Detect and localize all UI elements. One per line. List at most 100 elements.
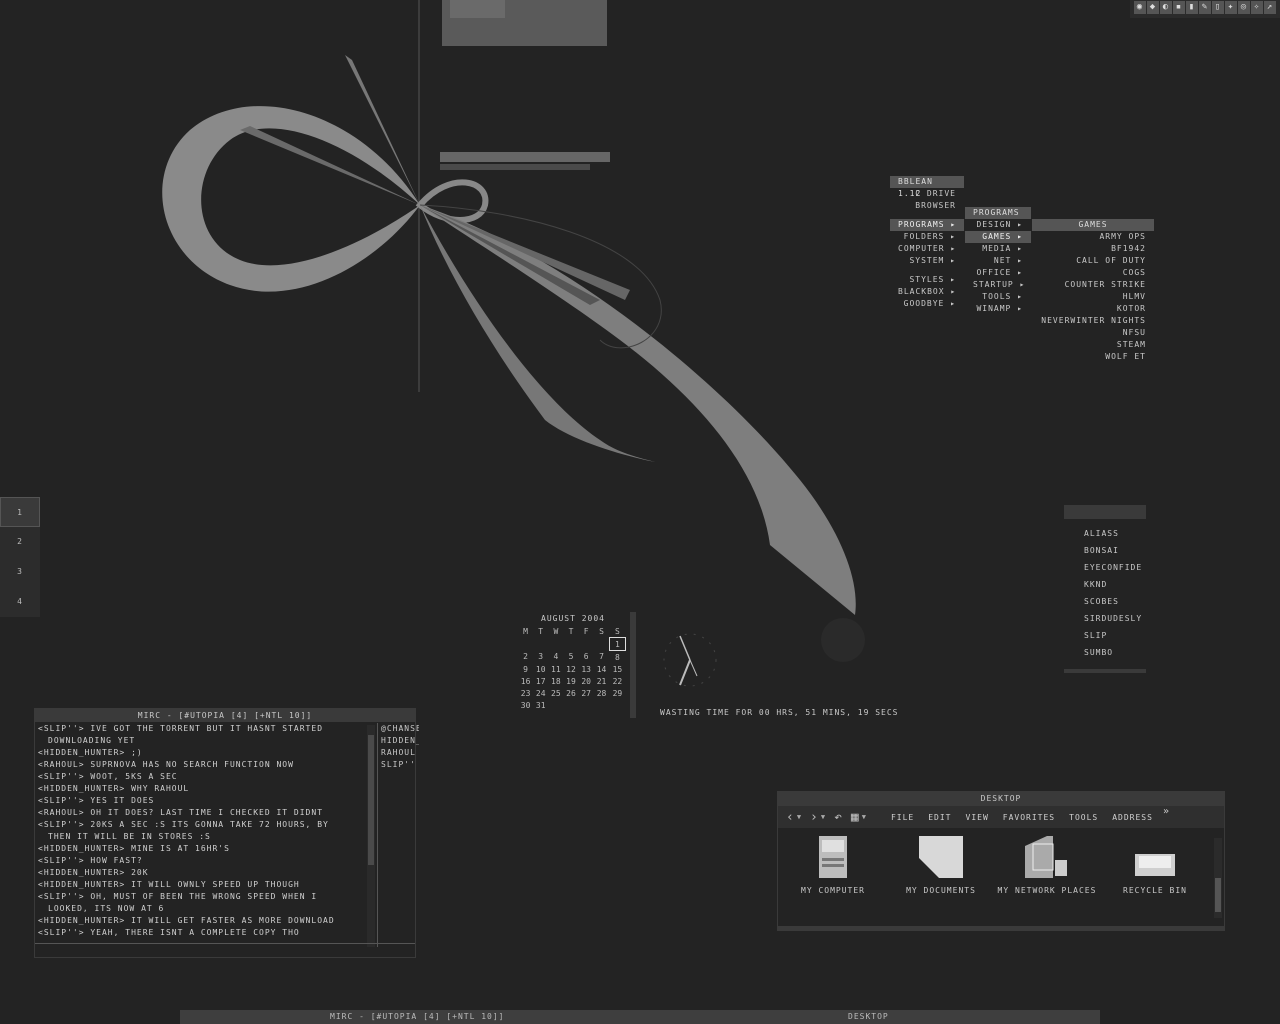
chat-scrollbar[interactable] xyxy=(367,725,375,947)
calendar-day xyxy=(563,699,578,711)
menu-item-goodbye[interactable]: GOODBYE ▸ xyxy=(890,298,964,310)
icon-label: MY NETWORK PLACES xyxy=(997,886,1097,895)
scrollbar-thumb[interactable] xyxy=(368,735,374,865)
my-network-places-shortcut[interactable]: MY NETWORK PLACES xyxy=(992,836,1102,895)
calendar-day: 28 xyxy=(596,688,607,698)
menu-item-steam[interactable]: STEAM xyxy=(1032,339,1154,351)
menu-item-games[interactable]: GAMES ▸ xyxy=(965,231,1031,243)
menu-item-office[interactable]: OFFICE ▸ xyxy=(965,267,1031,279)
calendar-days: 1 2 3 4 5 6 7 8 9 10 11 12 13 14 15 16 17 18 19 20 21 22 23 24 2… xyxy=(518,637,627,712)
tray-icon-10[interactable]: ✧ xyxy=(1251,1,1263,14)
buddy-list-header[interactable] xyxy=(1064,505,1146,519)
calendar-day xyxy=(579,699,594,711)
menu-favorites[interactable]: FAVORITES xyxy=(1003,813,1055,822)
taskbar-item-mirc[interactable]: MIRC - [#UTOPIA [4] [+NTL 10]] xyxy=(330,1010,505,1024)
buddy-item[interactable]: SCOBES xyxy=(1064,593,1146,610)
tray-icon-7[interactable]: ▯ xyxy=(1212,1,1224,14)
tray-icon-9[interactable]: ◎ xyxy=(1238,1,1250,14)
buddy-item[interactable]: EYECONFIDE xyxy=(1064,559,1146,576)
calendar-day: 30 xyxy=(520,700,531,710)
menu-item-bf1942[interactable]: BF1942 xyxy=(1032,243,1154,255)
menu-item-styles[interactable]: STYLES ▸ xyxy=(890,274,964,286)
buddy-list-footer xyxy=(1064,669,1146,673)
menu-item-cogs[interactable]: COGS xyxy=(1032,267,1154,279)
menu-item-startup[interactable]: STARTUP ▸ xyxy=(965,279,1031,291)
menu-item-counter-strike[interactable]: COUNTER STRIKE xyxy=(1032,279,1154,291)
recycle-bin-shortcut[interactable]: RECYCLE BIN xyxy=(1100,836,1210,895)
menu-item-browser[interactable]: BROWSER xyxy=(890,200,964,212)
buddy-item[interactable]: ALIASS xyxy=(1064,525,1146,542)
up-folder-icon[interactable]: ↶ xyxy=(834,810,843,825)
explorer-scrollbar[interactable] xyxy=(1214,838,1222,918)
calendar-day: 19 xyxy=(566,676,576,686)
games-menu-title: GAMES xyxy=(1032,219,1154,231)
buddy-item[interactable]: SUMBO xyxy=(1064,644,1146,661)
recycle-bin-icon xyxy=(1135,854,1175,876)
calendar-weekday: T xyxy=(538,626,544,636)
chevron-down-icon[interactable]: ▼ xyxy=(862,813,867,821)
calendar-weekday: F xyxy=(583,626,589,636)
chevron-down-icon[interactable]: ▼ xyxy=(821,813,826,821)
my-computer-shortcut[interactable]: MY COMPUTER xyxy=(778,836,888,895)
mirc-title[interactable]: MIRC - [#UTOPIA [4] [+NTL 10]] xyxy=(35,709,415,722)
workspace-3[interactable]: 3 xyxy=(0,557,40,587)
nick-item[interactable]: HIDDEN_HUNTER xyxy=(381,735,419,747)
menu-tools[interactable]: TOOLS xyxy=(1069,813,1098,822)
chevron-down-icon[interactable]: ▼ xyxy=(797,813,802,821)
menu-item-media[interactable]: MEDIA ▸ xyxy=(965,243,1031,255)
workspace-1[interactable]: 1 xyxy=(0,497,40,527)
toolbar-overflow-icon[interactable]: » xyxy=(1163,806,1170,817)
menu-edit[interactable]: EDIT xyxy=(928,813,951,822)
buddy-item[interactable]: KKND xyxy=(1064,576,1146,593)
my-documents-shortcut[interactable]: MY DOCUMENTS xyxy=(886,836,996,895)
calendar-day xyxy=(563,638,578,651)
forward-icon[interactable]: › xyxy=(810,810,819,825)
tray-icon-6[interactable]: ✎ xyxy=(1199,1,1211,14)
mirc-window: MIRC - [#UTOPIA [4] [+NTL 10]] <SLIP''> … xyxy=(34,708,419,958)
programs-menu: PROGRAMS DESIGN ▸ GAMES ▸ MEDIA ▸ NET ▸ … xyxy=(965,207,1031,315)
menu-item-call-of-duty[interactable]: CALL OF DUTY xyxy=(1032,255,1154,267)
buddy-item[interactable]: BONSAI xyxy=(1064,542,1146,559)
back-icon[interactable]: ‹ xyxy=(786,810,795,825)
menu-item-blackbox[interactable]: BLACKBOX ▸ xyxy=(890,286,964,298)
views-icon[interactable]: ▦ xyxy=(851,810,860,825)
menu-item-net[interactable]: NET ▸ xyxy=(965,255,1031,267)
nick-item[interactable]: @CHANSERV xyxy=(381,723,419,735)
explorer-title[interactable]: DESKTOP xyxy=(778,792,1224,806)
menu-view[interactable]: VIEW xyxy=(966,813,989,822)
tray-icon-3[interactable]: ◐ xyxy=(1160,1,1172,14)
menu-item-hlmv[interactable]: HLMV xyxy=(1032,291,1154,303)
menu-item-kotor[interactable]: KOTOR xyxy=(1032,303,1154,315)
tray-icon-1[interactable]: ◉ xyxy=(1134,1,1146,14)
menu-item-system[interactable]: SYSTEM ▸ xyxy=(890,255,964,267)
menu-item-nfsu[interactable]: NFSU xyxy=(1032,327,1154,339)
menu-item-folders[interactable]: FOLDERS ▸ xyxy=(890,231,964,243)
buddy-item[interactable]: SLIP xyxy=(1064,627,1146,644)
nick-item[interactable]: RAHOUL xyxy=(381,747,419,759)
nick-list: @CHANSERV HIDDEN_HUNTER RAHOUL SLIP'' xyxy=(377,723,419,947)
menu-item-wolf-et[interactable]: WOLF ET xyxy=(1032,351,1154,363)
tray-icon-11[interactable]: ↗ xyxy=(1264,1,1276,14)
workspace-2[interactable]: 2 xyxy=(0,527,40,557)
menu-item-winamp[interactable]: WINAMP ▸ xyxy=(965,303,1031,315)
menu-item-tools[interactable]: TOOLS ▸ xyxy=(965,291,1031,303)
workspace-4[interactable]: 4 xyxy=(0,587,40,617)
tray-icon-8[interactable]: ✦ xyxy=(1225,1,1237,14)
buddy-item[interactable]: SIRDUDESLY xyxy=(1064,610,1146,627)
taskbar-item-desktop[interactable]: DESKTOP xyxy=(848,1010,889,1024)
scrollbar-thumb[interactable] xyxy=(1215,878,1221,912)
menu-item-computer[interactable]: COMPUTER ▸ xyxy=(890,243,964,255)
address-label[interactable]: ADDRESS xyxy=(1112,813,1153,822)
calendar-day: 9 xyxy=(523,664,528,674)
calendar-day: 18 xyxy=(551,676,561,686)
tray-icon-4[interactable]: ▪ xyxy=(1173,1,1185,14)
nick-item[interactable]: SLIP'' xyxy=(381,759,419,771)
menu-item-programs[interactable]: PROGRAMS ▸ xyxy=(890,219,964,231)
tray-icon-2[interactable]: ◆ xyxy=(1147,1,1159,14)
tray-icon-5[interactable]: ▮ xyxy=(1186,1,1198,14)
menu-item-design[interactable]: DESIGN ▸ xyxy=(965,219,1031,231)
menu-item-army-ops[interactable]: ARMY OPS xyxy=(1032,231,1154,243)
menu-file[interactable]: FILE xyxy=(891,813,914,822)
chat-input[interactable] xyxy=(35,943,415,957)
menu-item-neverwinter-nights[interactable]: NEVERWINTER NIGHTS xyxy=(1032,315,1154,327)
